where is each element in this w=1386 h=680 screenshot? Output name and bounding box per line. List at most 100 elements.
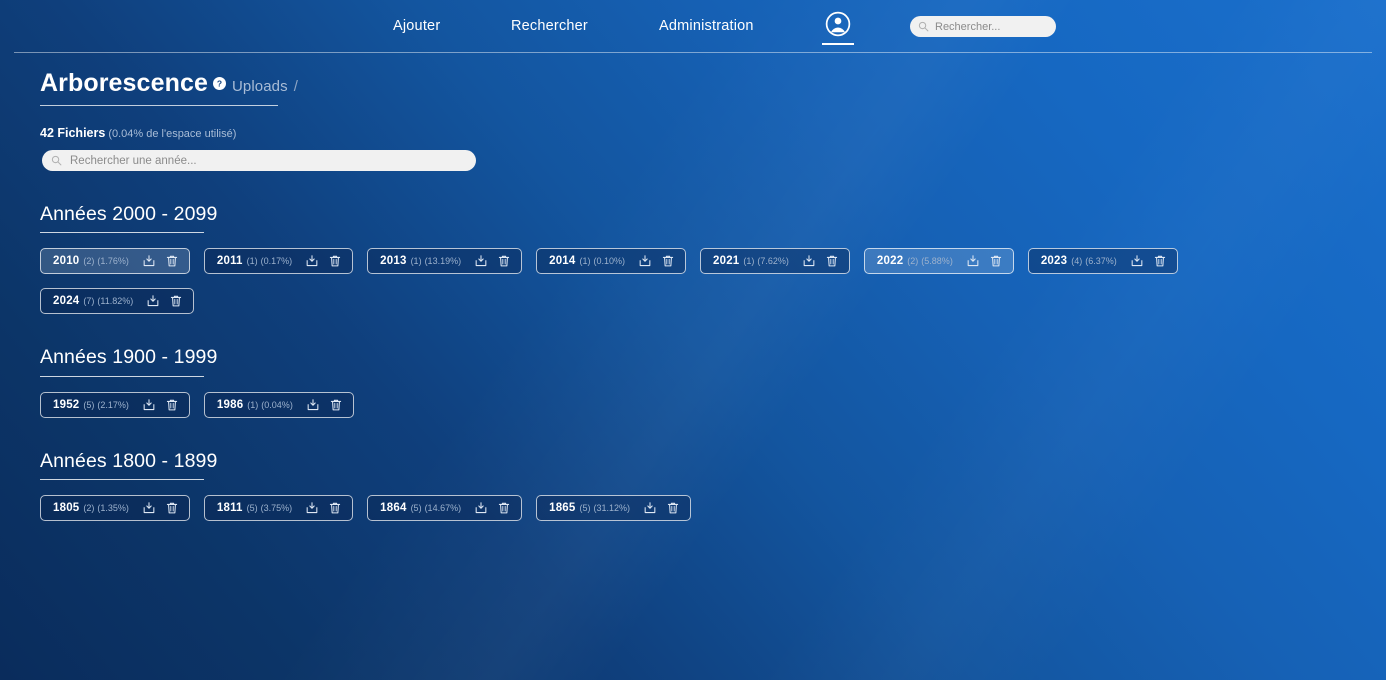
global-search-input[interactable]: Rechercher... [910, 16, 1056, 37]
year-chip-count: (7) [83, 296, 95, 307]
year-chip-year: 2021 [713, 255, 740, 268]
app-page: Ajouter Rechercher Administration Recher… [0, 0, 1386, 680]
trash-icon-2011[interactable] [328, 254, 342, 268]
trash-icon-1805[interactable] [165, 501, 179, 515]
year-chip-1811[interactable]: 1811 (5) (3.75%) [203, 495, 354, 522]
year-chip-year: 2010 [53, 255, 80, 268]
search-icon [51, 155, 62, 166]
year-chip-count: (1) [410, 256, 422, 267]
year-chip-count: (5) [83, 399, 95, 410]
breadcrumb-uploads[interactable]: Uploads [232, 78, 288, 95]
trash-icon-1986[interactable] [329, 398, 343, 412]
download-icon-2023[interactable] [1130, 254, 1144, 268]
year-chip-actions [306, 398, 343, 412]
trash-icon-2013[interactable] [497, 254, 511, 268]
year-chip-count: (5) [579, 503, 591, 514]
download-icon-2022[interactable] [966, 254, 980, 268]
year-chip-percent: (7.62%) [757, 256, 789, 267]
year-chip-1986[interactable]: 1986 (1) (0.04%) [203, 391, 354, 418]
download-icon-2011[interactable] [305, 254, 319, 268]
page-title-underline [40, 105, 278, 106]
year-chip-2010[interactable]: 2010 (2) (1.76%) [40, 248, 190, 275]
trash-icon-1811[interactable] [328, 501, 342, 515]
year-chip-year: 2011 [216, 255, 243, 268]
year-chip-2023[interactable]: 2023 (4) (6.37%) [1027, 248, 1178, 275]
year-chip-year: 2024 [53, 295, 80, 308]
files-count: 42 Fichiers [40, 126, 106, 140]
year-chip-percent: (5.88%) [921, 256, 953, 267]
download-icon-2024[interactable] [146, 294, 160, 308]
files-space-used: (0.04% de l'espace utilisé) [108, 128, 237, 140]
download-icon-1864[interactable] [474, 501, 488, 515]
download-icon-2013[interactable] [474, 254, 488, 268]
download-icon-1986[interactable] [306, 398, 320, 412]
year-chip-2011[interactable]: 2011 (1) (0.17%) [203, 248, 354, 275]
year-chip-2022[interactable]: 2022 (2) (5.88%) [863, 248, 1014, 275]
year-chip-actions [474, 254, 511, 268]
user-account-icon [825, 11, 851, 37]
help-question-icon[interactable]: ? [212, 77, 226, 90]
year-chip-year: 1986 [216, 398, 244, 411]
trash-icon-2010[interactable] [165, 254, 179, 268]
year-chip-actions [1130, 254, 1167, 268]
year-chip-row: 1805 (2) (1.35%) 1811 (5) (3.75%) 1864 (… [40, 495, 1340, 522]
year-chip-row: 2010 (2) (1.76%) 2011 (1) (0.17%) 2013 (… [40, 248, 1340, 315]
year-chip-count: (2) [83, 503, 95, 514]
download-icon-2010[interactable] [142, 254, 156, 268]
year-chip-1864[interactable]: 1864 (5) (14.67%) [367, 495, 523, 522]
year-chip-actions [142, 501, 179, 515]
trash-icon-1952[interactable] [165, 398, 179, 412]
year-chip-percent: (11.82%) [97, 296, 134, 307]
year-chip-1865[interactable]: 1865 (5) (31.12%) [536, 495, 692, 522]
year-chip-2021[interactable]: 2021 (1) (7.62%) [700, 248, 850, 275]
account-button[interactable] [820, 11, 856, 45]
year-chip-count: (1) [743, 256, 755, 267]
year-chip-1805[interactable]: 1805 (2) (1.35%) [40, 495, 190, 522]
year-search-input[interactable]: Rechercher une année... [42, 150, 476, 171]
year-chip-count: (1) [247, 399, 259, 410]
nav-link-administration[interactable]: Administration [659, 18, 754, 34]
download-icon-2014[interactable] [638, 254, 652, 268]
year-chip-actions [643, 501, 680, 515]
year-chip-2014[interactable]: 2014 (1) (0.10%) [536, 248, 686, 275]
top-navigation-bar: Ajouter Rechercher Administration Recher… [0, 0, 1386, 53]
trash-icon-1864[interactable] [497, 501, 511, 515]
year-chip-1952[interactable]: 1952 (5) (2.17%) [40, 391, 190, 418]
year-chip-count: (5) [246, 503, 258, 514]
decade-group-title: Années 1900 - 1999 [40, 346, 218, 369]
year-search-placeholder: Rechercher une année... [70, 154, 197, 167]
nav-link-rechercher[interactable]: Rechercher [511, 18, 588, 34]
trash-icon-2024[interactable] [169, 294, 183, 308]
year-chip-2013[interactable]: 2013 (1) (13.19%) [367, 248, 523, 275]
year-chip-count: (4) [1071, 256, 1083, 267]
download-icon-1805[interactable] [142, 501, 156, 515]
decade-group-title: Années 2000 - 2099 [40, 203, 218, 225]
year-chip-percent: (31.12%) [593, 503, 631, 514]
trash-icon-2022[interactable] [989, 254, 1003, 268]
decade-group-underline [40, 232, 204, 234]
svg-text:?: ? [217, 78, 222, 88]
download-icon-1811[interactable] [305, 501, 319, 515]
year-chip-actions [802, 254, 839, 268]
year-chip-actions [638, 254, 675, 268]
breadcrumb-separator: / [293, 78, 298, 95]
year-chip-actions [966, 254, 1003, 268]
files-summary: 42 Fichiers (0.04% de l'espace utilisé) [40, 126, 1386, 140]
trash-icon-2021[interactable] [825, 254, 839, 268]
year-chip-percent: (13.19%) [424, 256, 462, 267]
decade-groups: Années 2000 - 2099 2010 (2) (1.76%) 2011… [0, 171, 1386, 522]
download-icon-1952[interactable] [142, 398, 156, 412]
trash-icon-2014[interactable] [661, 254, 675, 268]
year-chip-year: 1865 [549, 502, 576, 515]
trash-icon-1865[interactable] [666, 501, 680, 515]
nav-link-ajouter[interactable]: Ajouter [393, 18, 440, 34]
year-chip-percent: (0.10%) [593, 256, 625, 267]
year-chip-percent: (1.35%) [97, 503, 129, 514]
download-icon-2021[interactable] [802, 254, 816, 268]
trash-icon-2023[interactable] [1153, 254, 1167, 268]
year-chip-percent: (14.67%) [424, 503, 462, 514]
download-icon-1865[interactable] [643, 501, 657, 515]
year-chip-percent: (6.37%) [1085, 256, 1117, 267]
year-chip-year: 1864 [380, 502, 407, 515]
year-chip-2024[interactable]: 2024 (7) (11.82%) [40, 288, 195, 315]
